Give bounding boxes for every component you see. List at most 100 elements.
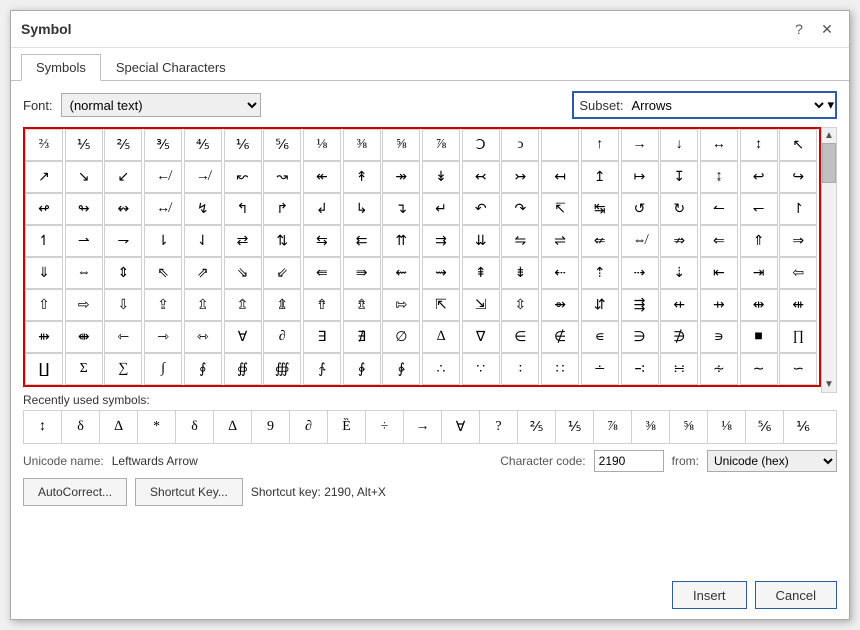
symbol-cell[interactable]: ⇷	[660, 289, 698, 321]
symbol-cell[interactable]: ⇰	[382, 289, 420, 321]
symbol-cell[interactable]: ∐	[25, 353, 63, 385]
symbol-cell[interactable]: ⅚	[263, 129, 301, 161]
symbol-cell[interactable]: ⇁	[104, 225, 142, 257]
symbol-cell[interactable]: ↓	[660, 129, 698, 161]
symbol-cell[interactable]: ⇄	[224, 225, 262, 257]
recently-used-cell[interactable]: δ	[62, 411, 100, 443]
insert-button[interactable]: Insert	[672, 581, 747, 609]
symbol-cell[interactable]: ↨	[700, 161, 738, 193]
recently-used-cell[interactable]: ⅕	[556, 411, 594, 443]
symbol-cell[interactable]: ↪	[779, 161, 817, 193]
recently-used-cell[interactable]: ⅚	[746, 411, 784, 443]
symbol-cell[interactable]: ⇪	[144, 289, 182, 321]
symbol-cell[interactable]: ⅘	[184, 129, 222, 161]
symbol-cell[interactable]: ∉	[541, 321, 579, 353]
symbol-cell[interactable]: ∱	[303, 353, 341, 385]
symbol-cell[interactable]: ↷	[501, 193, 539, 225]
symbol-cell[interactable]: ⇅	[263, 225, 301, 257]
symbol-cell[interactable]: ↳	[343, 193, 381, 225]
from-select[interactable]: Unicode (hex)	[707, 450, 837, 472]
symbol-cell[interactable]: ⇡	[581, 257, 619, 289]
symbol-cell[interactable]: ∺	[660, 353, 698, 385]
symbol-cell[interactable]: ⇾	[144, 321, 182, 353]
recently-used-cell[interactable]: ⅛	[708, 411, 746, 443]
symbol-cell[interactable]: ⇥	[740, 257, 778, 289]
symbol-cell[interactable]: ↡	[422, 161, 460, 193]
symbol-cell[interactable]: ∳	[382, 353, 420, 385]
symbol-cell[interactable]: ⇞	[462, 257, 500, 289]
symbol-cell[interactable]: ⇈	[382, 225, 420, 257]
symbol-cell[interactable]: ↿	[25, 225, 63, 257]
close-button[interactable]: ✕	[815, 17, 839, 41]
symbol-cell[interactable]: ↺	[621, 193, 659, 225]
symbol-cell[interactable]: ∈	[501, 321, 539, 353]
symbol-cell[interactable]: ⇿	[184, 321, 222, 353]
cancel-button[interactable]: Cancel	[755, 581, 837, 609]
symbol-cell[interactable]: ∀	[224, 321, 262, 353]
symbol-cell[interactable]: ∴	[422, 353, 460, 385]
symbol-cell[interactable]: ↽	[740, 193, 778, 225]
symbol-cell[interactable]: ⇤	[700, 257, 738, 289]
symbol-cell[interactable]: ∮	[184, 353, 222, 385]
recently-used-cell[interactable]: ∆	[214, 411, 252, 443]
symbol-cell[interactable]: ⇵	[581, 289, 619, 321]
symbol-cell[interactable]: ⅛	[303, 129, 341, 161]
symbol-cell[interactable]: ⇧	[25, 289, 63, 321]
recently-used-cell[interactable]: ∂	[290, 411, 328, 443]
symbol-cell[interactable]: ↸	[541, 193, 579, 225]
symbol-cell[interactable]: ⇓	[25, 257, 63, 289]
symbol-cell[interactable]: ∂	[263, 321, 301, 353]
symbol-cell[interactable]: ⇹	[740, 289, 778, 321]
symbol-cell[interactable]: ↬	[65, 193, 103, 225]
recently-used-cell[interactable]: ∆	[100, 411, 138, 443]
symbol-cell[interactable]: ⇬	[224, 289, 262, 321]
symbol-cell[interactable]: ⇀	[65, 225, 103, 257]
symbol-cell[interactable]: ↾	[779, 193, 817, 225]
recently-used-cell[interactable]: ∀	[442, 411, 480, 443]
symbol-cell[interactable]: ∹	[621, 353, 659, 385]
symbol-cell[interactable]: ⇸	[700, 289, 738, 321]
recently-used-cell[interactable]: ⅝	[670, 411, 708, 443]
symbol-cell[interactable]: ⇍	[581, 225, 619, 257]
symbol-cell[interactable]: ⇎	[621, 225, 659, 257]
symbol-cell[interactable]: ∄	[343, 321, 381, 353]
symbol-cell[interactable]: ∸	[581, 353, 619, 385]
symbol-cell[interactable]: ↑	[581, 129, 619, 161]
symbol-cell[interactable]: ⇼	[65, 321, 103, 353]
symbol-cell[interactable]: ⅔	[25, 129, 63, 161]
symbol-cell[interactable]: ↮	[144, 193, 182, 225]
symbol-cell[interactable]: ↦	[621, 161, 659, 193]
symbol-cell[interactable]: ↱	[263, 193, 301, 225]
symbol-cell[interactable]: ⇦	[779, 257, 817, 289]
recently-used-cell[interactable]: ⅙	[784, 411, 822, 443]
symbol-cell[interactable]: ⇏	[660, 225, 698, 257]
symbol-cell[interactable]: ⇱	[422, 289, 460, 321]
tab-symbols[interactable]: Symbols	[21, 54, 101, 81]
symbol-cell[interactable]: →	[621, 129, 659, 161]
symbol-cell[interactable]: ↩	[740, 161, 778, 193]
recently-used-cell[interactable]: ⅞	[594, 411, 632, 443]
symbol-cell[interactable]: ⇢	[621, 257, 659, 289]
symbol-cell[interactable]: ∍	[700, 321, 738, 353]
symbol-cell[interactable]: ∯	[224, 353, 262, 385]
symbol-cell[interactable]: ↜	[224, 161, 262, 193]
symbol-cell[interactable]: ↼	[700, 193, 738, 225]
symbol-cell[interactable]: ↴	[382, 193, 420, 225]
symbol-cell[interactable]: ⇻	[25, 321, 63, 353]
symbol-cell[interactable]: ⅙	[224, 129, 262, 161]
symbol-cell[interactable]: ⇔	[65, 257, 103, 289]
symbol-cell[interactable]: ⇮	[303, 289, 341, 321]
symbol-cell[interactable]: ⇺	[779, 289, 817, 321]
symbol-cell[interactable]: ⇕	[104, 257, 142, 289]
symbol-cell[interactable]: Ↄ	[462, 129, 500, 161]
symbol-cell[interactable]: ∏	[779, 321, 817, 353]
symbol-cell[interactable]: ↵	[422, 193, 460, 225]
symbol-cell[interactable]: ⇋	[501, 225, 539, 257]
symbol-cell[interactable]: ⇳	[501, 289, 539, 321]
symbol-cell[interactable]: ∌	[660, 321, 698, 353]
symbol-cell[interactable]: ⇽	[104, 321, 142, 353]
symbol-cell[interactable]: ⇂	[144, 225, 182, 257]
symbol-cell[interactable]: ⇉	[422, 225, 460, 257]
symbol-cell[interactable]: ∃	[303, 321, 341, 353]
symbol-cell[interactable]: ⇜	[382, 257, 420, 289]
